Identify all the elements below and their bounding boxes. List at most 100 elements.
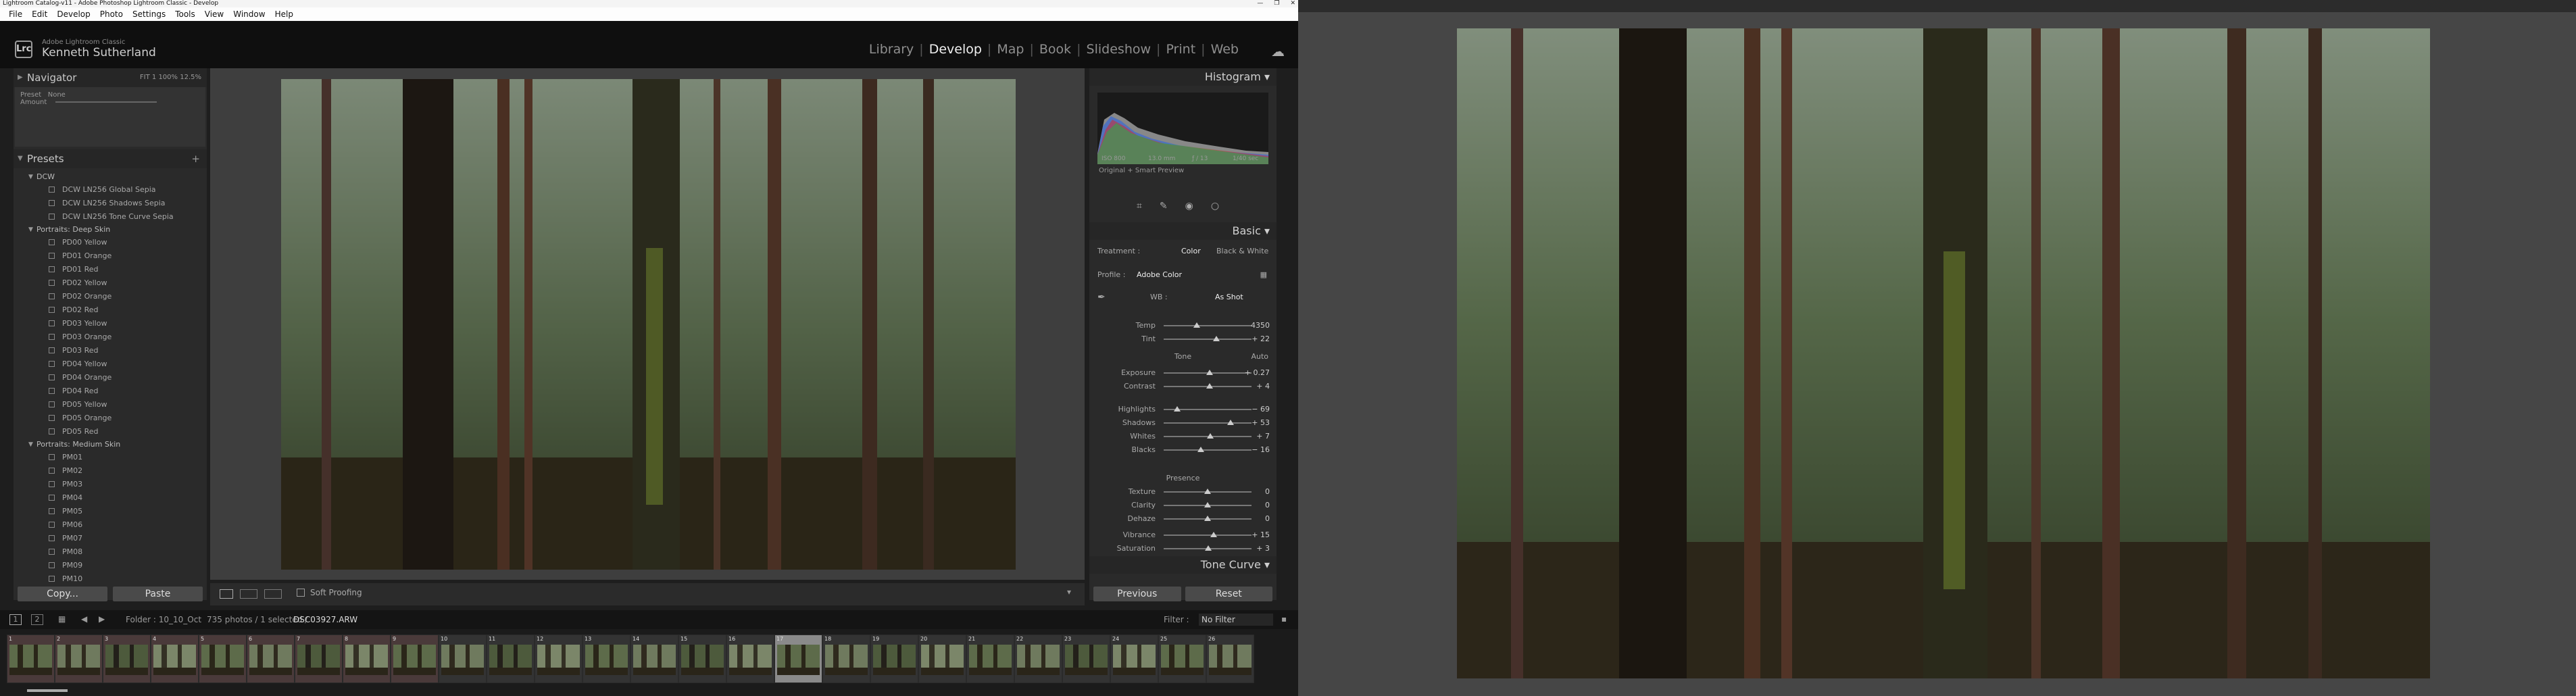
zoom-12[interactable]: 12.5% xyxy=(180,74,201,81)
page-2-button[interactable]: 2 xyxy=(31,614,43,625)
maximize-button[interactable]: ❐ xyxy=(1274,0,1279,7)
clarity-slider[interactable] xyxy=(1164,502,1252,507)
eye-icon[interactable]: ◉ xyxy=(1185,201,1193,212)
preset-item[interactable]: PD05 Red xyxy=(14,425,207,439)
preset-item[interactable]: PM02 xyxy=(14,464,207,478)
filmstrip-thumbnail[interactable]: 7 xyxy=(295,635,343,683)
preset-item[interactable]: DCW LN256 Global Sepia xyxy=(14,183,207,197)
filmstrip-thumbnail[interactable]: 2 xyxy=(55,635,103,683)
dropper-icon[interactable]: ✒ xyxy=(1097,291,1106,303)
filmstrip-thumbnail[interactable]: 24 xyxy=(1110,635,1158,683)
preset-item[interactable]: PD03 Yellow xyxy=(14,317,207,330)
exposure-slider-knob[interactable] xyxy=(1206,370,1213,375)
menu-help[interactable]: Help xyxy=(270,7,298,21)
tint-slider[interactable] xyxy=(1164,336,1252,341)
presets-header[interactable]: ▼ Presets + xyxy=(14,149,207,168)
preset-item[interactable]: PD04 Yellow xyxy=(14,357,207,371)
blacks-slider[interactable] xyxy=(1164,447,1252,452)
treatment-color[interactable]: Color xyxy=(1181,245,1201,257)
filmstrip-thumbnail[interactable]: 22 xyxy=(1014,635,1062,683)
preset-item[interactable]: PM03 xyxy=(14,478,207,491)
menu-develop[interactable]: Develop xyxy=(52,7,95,21)
texture-value[interactable]: 0 xyxy=(1243,486,1270,498)
zoom-fit[interactable]: FIT xyxy=(140,74,150,81)
cloud-icon[interactable]: ☁ xyxy=(1271,43,1285,59)
preset-item[interactable]: DCW LN256 Tone Curve Sepia xyxy=(14,210,207,224)
copy-button[interactable]: Copy... xyxy=(18,587,107,601)
saturation-slider[interactable] xyxy=(1164,545,1252,551)
navigator-header[interactable]: ▶ Navigator FIT 1 100% 12.5% xyxy=(14,68,207,87)
grid-view-icon[interactable]: ▦ xyxy=(58,614,66,624)
menu-settings[interactable]: Settings xyxy=(128,7,170,21)
preset-item[interactable]: PD02 Red xyxy=(14,303,207,317)
filmstrip-thumbnail[interactable]: 8 xyxy=(343,635,391,683)
highlights-value[interactable]: − 69 xyxy=(1243,403,1270,416)
menu-window[interactable]: Window xyxy=(228,7,270,21)
contrast-slider-knob[interactable] xyxy=(1206,383,1213,389)
temp-slider[interactable] xyxy=(1164,322,1252,328)
menu-tools[interactable]: Tools xyxy=(170,7,200,21)
filmstrip-thumbnail[interactable]: 26 xyxy=(1206,635,1254,683)
preset-item[interactable]: PD05 Orange xyxy=(14,412,207,425)
treatment-bw[interactable]: Black & White xyxy=(1216,245,1268,257)
temp-value[interactable]: 4350 xyxy=(1243,320,1270,332)
blacks-slider-knob[interactable] xyxy=(1197,447,1204,452)
filter-dropdown[interactable]: No Filter xyxy=(1199,614,1273,626)
highlights-slider[interactable] xyxy=(1164,406,1252,412)
shadows-slider[interactable] xyxy=(1164,420,1252,425)
preset-item[interactable]: PM09 xyxy=(14,559,207,572)
filmstrip-thumbnail[interactable]: 20 xyxy=(918,635,966,683)
contrast-slider[interactable] xyxy=(1164,383,1252,389)
histogram-header[interactable]: Histogram ▾ xyxy=(1089,68,1277,86)
preset-folder[interactable]: ▼ Portraits: Medium Skin xyxy=(14,439,207,451)
module-map[interactable]: Map xyxy=(991,42,1029,57)
back-arrow-icon[interactable]: ◀ xyxy=(81,614,87,624)
filmstrip-thumbnail[interactable]: 19 xyxy=(870,635,918,683)
filmstrip-thumbnail[interactable]: 5 xyxy=(199,635,247,683)
filmstrip-thumbnail[interactable]: 14 xyxy=(630,635,678,683)
lock-icon[interactable]: ▪ xyxy=(1281,614,1287,624)
texture-slider-knob[interactable] xyxy=(1204,489,1211,494)
grid-icon[interactable] xyxy=(264,589,282,599)
module-develop[interactable]: Develop xyxy=(924,42,987,57)
shadows-value[interactable]: + 53 xyxy=(1243,417,1270,429)
toolbar-menu-icon[interactable]: ▾ xyxy=(1067,587,1071,597)
module-web[interactable]: Web xyxy=(1206,42,1244,57)
preset-item[interactable]: PM01 xyxy=(14,451,207,464)
preset-item[interactable]: PD04 Red xyxy=(14,384,207,398)
exposure-slider[interactable] xyxy=(1164,370,1252,375)
menu-file[interactable]: File xyxy=(4,7,27,21)
clarity-slider-knob[interactable] xyxy=(1204,502,1211,507)
wb-value[interactable]: As Shot xyxy=(1215,291,1243,303)
preset-item[interactable]: PM08 xyxy=(14,545,207,559)
module-book[interactable]: Book xyxy=(1034,42,1076,57)
filmstrip-thumbnail[interactable]: 10 xyxy=(439,635,487,683)
crop-icon[interactable]: ⌗ xyxy=(1137,201,1142,212)
preset-item[interactable]: PD03 Orange xyxy=(14,330,207,344)
whites-slider-knob[interactable] xyxy=(1206,433,1214,439)
filmstrip-thumbnail[interactable]: 11 xyxy=(487,635,535,683)
forward-arrow-icon[interactable]: ▶ xyxy=(99,614,105,624)
shadows-slider-knob[interactable] xyxy=(1227,420,1234,425)
profile-browser-icon[interactable]: ▦ xyxy=(1260,269,1267,281)
menu-view[interactable]: View xyxy=(200,7,228,21)
filmstrip-thumbnail[interactable]: 23 xyxy=(1062,635,1110,683)
histogram[interactable]: ISO 800 13.0 mm ƒ / 13 1/40 sec xyxy=(1097,93,1268,164)
tint-value[interactable]: + 22 xyxy=(1243,333,1270,345)
image-area[interactable] xyxy=(210,68,1085,580)
vibrance-value[interactable]: + 15 xyxy=(1243,529,1270,541)
profile-value[interactable]: Adobe Color xyxy=(1137,269,1182,281)
preset-item[interactable]: PD02 Yellow xyxy=(14,276,207,290)
filmstrip-thumbnail[interactable]: 12 xyxy=(535,635,583,683)
exposure-value[interactable]: + 0.27 xyxy=(1243,367,1270,379)
saturation-slider-knob[interactable] xyxy=(1205,545,1212,551)
paste-button[interactable]: Paste xyxy=(113,587,203,601)
reset-button[interactable]: Reset xyxy=(1185,587,1272,601)
filmstrip-thumbnail[interactable]: 9 xyxy=(391,635,439,683)
close-button[interactable]: ✕ xyxy=(1290,0,1295,7)
preset-item[interactable]: PM06 xyxy=(14,518,207,532)
preset-item[interactable]: PD01 Red xyxy=(14,263,207,276)
preset-item[interactable]: PD00 Yellow xyxy=(14,236,207,249)
auto-button[interactable]: Auto xyxy=(1251,351,1268,363)
filmstrip-thumbnail[interactable]: 13 xyxy=(583,635,630,683)
